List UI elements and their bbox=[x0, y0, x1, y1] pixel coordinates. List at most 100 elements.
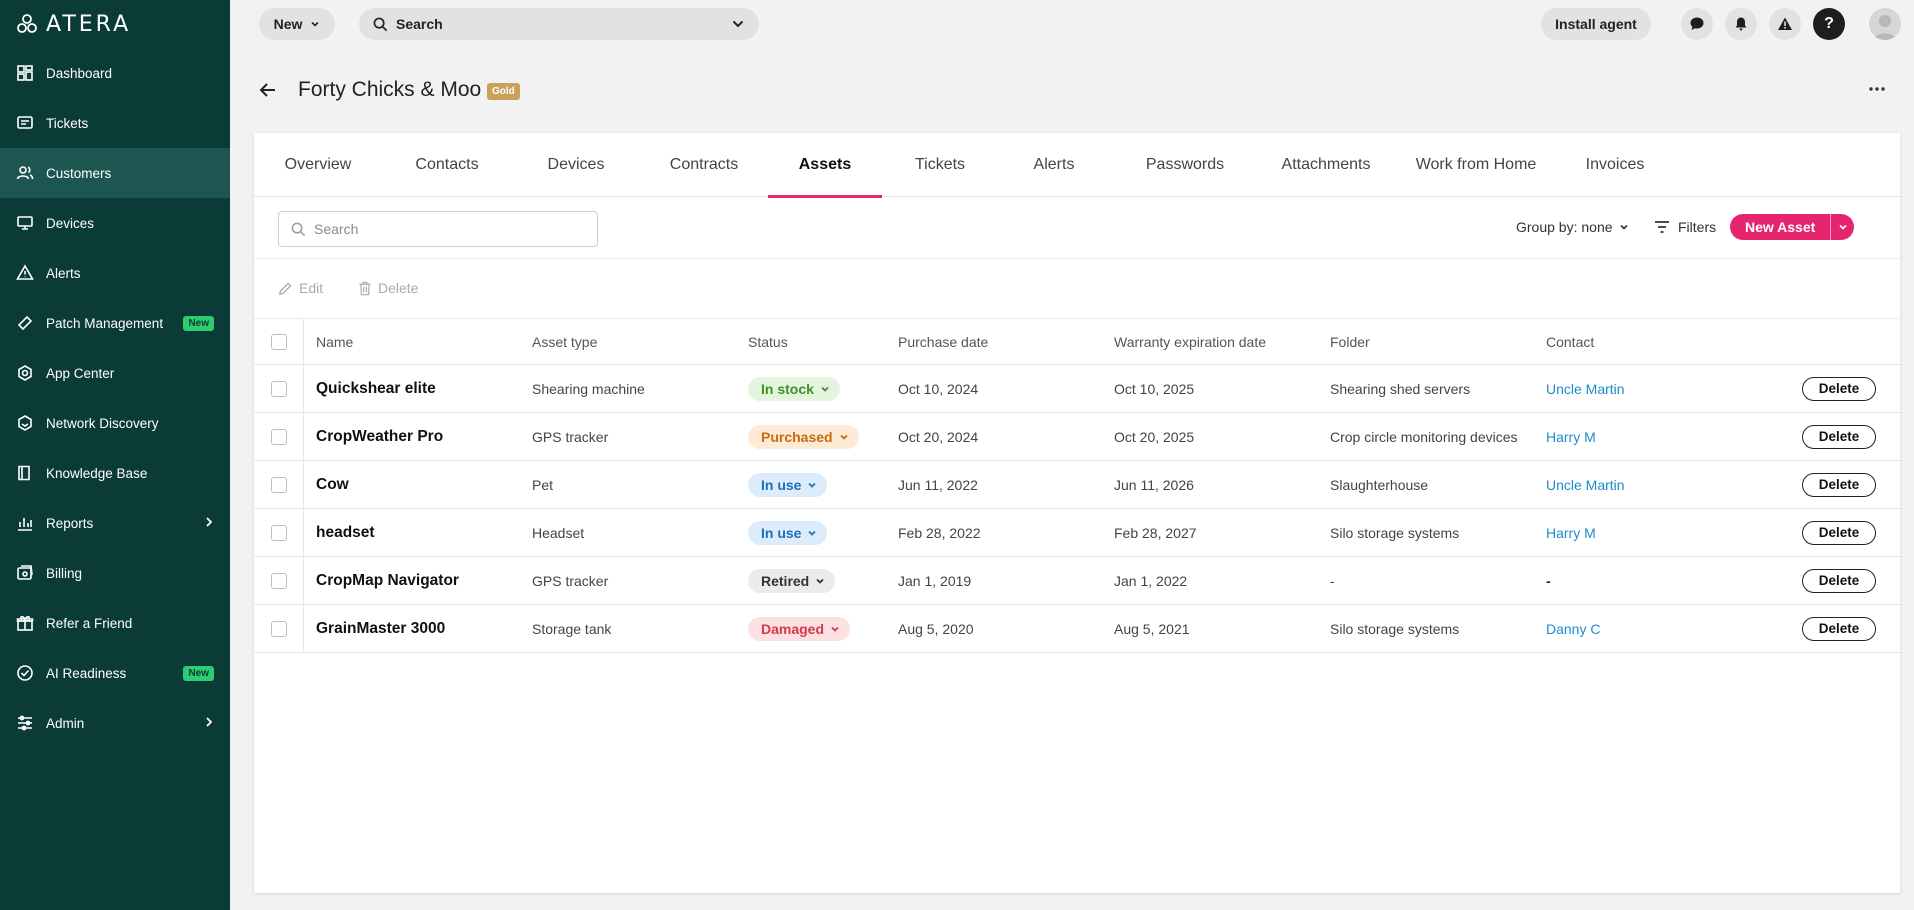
bulk-delete-button[interactable]: Delete bbox=[358, 280, 418, 296]
tab-contracts[interactable]: Contracts bbox=[640, 133, 768, 197]
status-dropdown[interactable]: In stock bbox=[748, 376, 840, 401]
logo[interactable]: ATERA bbox=[16, 12, 131, 37]
table-row[interactable]: CropMap Navigator GPS tracker Retired Jan 1… bbox=[254, 557, 1900, 605]
more-options-button[interactable] bbox=[1868, 80, 1886, 104]
row-checkbox[interactable] bbox=[270, 476, 287, 493]
status-dropdown[interactable]: In use bbox=[748, 520, 828, 545]
sidebar-item-alerts[interactable]: Alerts bbox=[0, 248, 230, 298]
sidebar-item-billing[interactable]: Billing bbox=[0, 548, 230, 598]
status-dropdown[interactable]: Purchased bbox=[748, 424, 859, 449]
sidebar-item-patch-management[interactable]: Patch Management New bbox=[0, 298, 230, 348]
row-delete-button[interactable]: Delete bbox=[1802, 568, 1876, 593]
sidebar-item-ai-readiness[interactable]: AI Readiness New bbox=[0, 648, 230, 698]
help-button[interactable]: ? bbox=[1813, 8, 1845, 40]
sidebar-item-devices[interactable]: Devices bbox=[0, 198, 230, 248]
tab-passwords[interactable]: Passwords bbox=[1110, 133, 1260, 197]
table-row[interactable]: Cow Pet In use Jun 11, 2022 Jun 11, 2026 Slau… bbox=[254, 461, 1900, 509]
status-cell: Damaged bbox=[748, 605, 851, 652]
edit-button[interactable]: Edit bbox=[278, 280, 323, 296]
row-select-cell bbox=[254, 605, 304, 652]
purchase-date: Jun 11, 2022 bbox=[898, 476, 978, 493]
global-search[interactable]: Search bbox=[359, 8, 759, 40]
status-dropdown[interactable]: Damaged bbox=[748, 616, 851, 641]
asset-name[interactable]: headset bbox=[316, 509, 375, 556]
asset-name[interactable]: Cow bbox=[316, 461, 349, 508]
contact-link[interactable]: Uncle Martin bbox=[1546, 461, 1625, 508]
contact-link[interactable]: Uncle Martin bbox=[1546, 365, 1625, 412]
row-delete-button[interactable]: Delete bbox=[1802, 616, 1876, 641]
sidebar-item-network-discovery[interactable]: Network Discovery bbox=[0, 398, 230, 448]
contact-link[interactable]: Harry M bbox=[1546, 509, 1596, 556]
chat-button[interactable] bbox=[1681, 8, 1713, 40]
folder: Slaughterhouse bbox=[1330, 476, 1429, 493]
asset-search-input[interactable] bbox=[314, 221, 574, 237]
sidebar-item-tickets[interactable]: Tickets bbox=[0, 98, 230, 148]
row-delete-button[interactable]: Delete bbox=[1802, 376, 1876, 401]
group-by-dropdown[interactable]: Group by: none bbox=[1516, 219, 1629, 235]
user-avatar[interactable] bbox=[1869, 8, 1901, 40]
select-all-checkbox[interactable] bbox=[270, 333, 287, 350]
row-checkbox[interactable] bbox=[270, 620, 287, 637]
row-checkbox[interactable] bbox=[270, 428, 287, 445]
folder: Silo storage systems bbox=[1330, 620, 1460, 637]
new-asset-button[interactable]: New Asset bbox=[1730, 214, 1831, 240]
back-button[interactable] bbox=[258, 80, 278, 100]
row-delete-button[interactable]: Delete bbox=[1802, 520, 1876, 545]
tab-attachments[interactable]: Attachments bbox=[1260, 133, 1392, 197]
tab-work-from-home[interactable]: Work from Home bbox=[1392, 133, 1560, 197]
contact-link[interactable]: Harry M bbox=[1546, 413, 1596, 460]
table-row[interactable]: CropWeather Pro GPS tracker Purchased Oct 2… bbox=[254, 413, 1900, 461]
chevron-down-icon bbox=[821, 386, 829, 392]
sidebar-item-refer-a-friend[interactable]: Refer a Friend bbox=[0, 598, 230, 648]
asset-name[interactable]: CropMap Navigator bbox=[316, 557, 459, 604]
tab-contacts[interactable]: Contacts bbox=[382, 133, 512, 197]
header-purchase-date[interactable]: Purchase date bbox=[898, 319, 988, 364]
header-folder[interactable]: Folder bbox=[1330, 319, 1370, 364]
sidebar-item-label: Dashboard bbox=[46, 65, 113, 81]
asset-name[interactable]: CropWeather Pro bbox=[316, 413, 443, 460]
asset-name[interactable]: GrainMaster 3000 bbox=[316, 605, 445, 652]
tab-tickets[interactable]: Tickets bbox=[882, 133, 998, 197]
row-checkbox[interactable] bbox=[270, 380, 287, 397]
sidebar-item-customers[interactable]: Customers bbox=[0, 148, 230, 198]
row-checkbox[interactable] bbox=[270, 524, 287, 541]
header-status[interactable]: Status bbox=[748, 319, 788, 364]
asset-type: Storage tank bbox=[532, 620, 612, 637]
new-asset-menu-button[interactable] bbox=[1830, 214, 1855, 240]
group-by-label: Group by: none bbox=[1516, 219, 1613, 235]
table-row[interactable]: GrainMaster 3000 Storage tank Damaged Aug 5… bbox=[254, 605, 1900, 653]
row-delete-button[interactable]: Delete bbox=[1802, 472, 1876, 497]
row-checkbox[interactable] bbox=[270, 572, 287, 589]
table-row[interactable]: headset Headset In use Feb 28, 2022 Feb 28, … bbox=[254, 509, 1900, 557]
asset-search-box[interactable] bbox=[278, 211, 598, 247]
sidebar-item-admin[interactable]: Admin bbox=[0, 698, 230, 748]
table-row[interactable]: Quickshear elite Shearing machine In stock… bbox=[254, 365, 1900, 413]
tab-invoices[interactable]: Invoices bbox=[1560, 133, 1670, 197]
header-warranty-date[interactable]: Warranty expiration date bbox=[1114, 319, 1266, 364]
header-asset-type[interactable]: Asset type bbox=[532, 319, 597, 364]
row-delete-button[interactable]: Delete bbox=[1802, 424, 1876, 449]
contact-link[interactable]: Danny C bbox=[1546, 605, 1600, 652]
new-button[interactable]: New bbox=[259, 8, 335, 40]
new-asset-label: New Asset bbox=[1745, 219, 1816, 235]
chevron-down-icon[interactable] bbox=[731, 17, 745, 31]
filters-button[interactable]: Filters bbox=[1654, 219, 1716, 235]
header-contact[interactable]: Contact bbox=[1546, 319, 1594, 364]
tab-overview[interactable]: Overview bbox=[254, 133, 382, 197]
sidebar-item-app-center[interactable]: App Center bbox=[0, 348, 230, 398]
billing-icon bbox=[16, 564, 34, 582]
tab-assets[interactable]: Assets bbox=[768, 133, 882, 198]
notifications-button[interactable] bbox=[1725, 8, 1757, 40]
status-dropdown[interactable]: Retired bbox=[748, 568, 836, 593]
sidebar-item-dashboard[interactable]: Dashboard bbox=[0, 48, 230, 98]
tab-alerts[interactable]: Alerts bbox=[998, 133, 1110, 197]
status-dropdown[interactable]: In use bbox=[748, 472, 828, 497]
tab-devices[interactable]: Devices bbox=[512, 133, 640, 197]
sidebar-item-knowledge-base[interactable]: Knowledge Base bbox=[0, 448, 230, 498]
header-name[interactable]: Name bbox=[316, 319, 353, 364]
asset-name[interactable]: Quickshear elite bbox=[316, 365, 436, 412]
install-agent-button[interactable]: Install agent bbox=[1541, 8, 1651, 40]
sidebar-item-reports[interactable]: Reports bbox=[0, 498, 230, 548]
contact-link: - bbox=[1546, 572, 1551, 589]
alerts-button[interactable] bbox=[1769, 8, 1801, 40]
